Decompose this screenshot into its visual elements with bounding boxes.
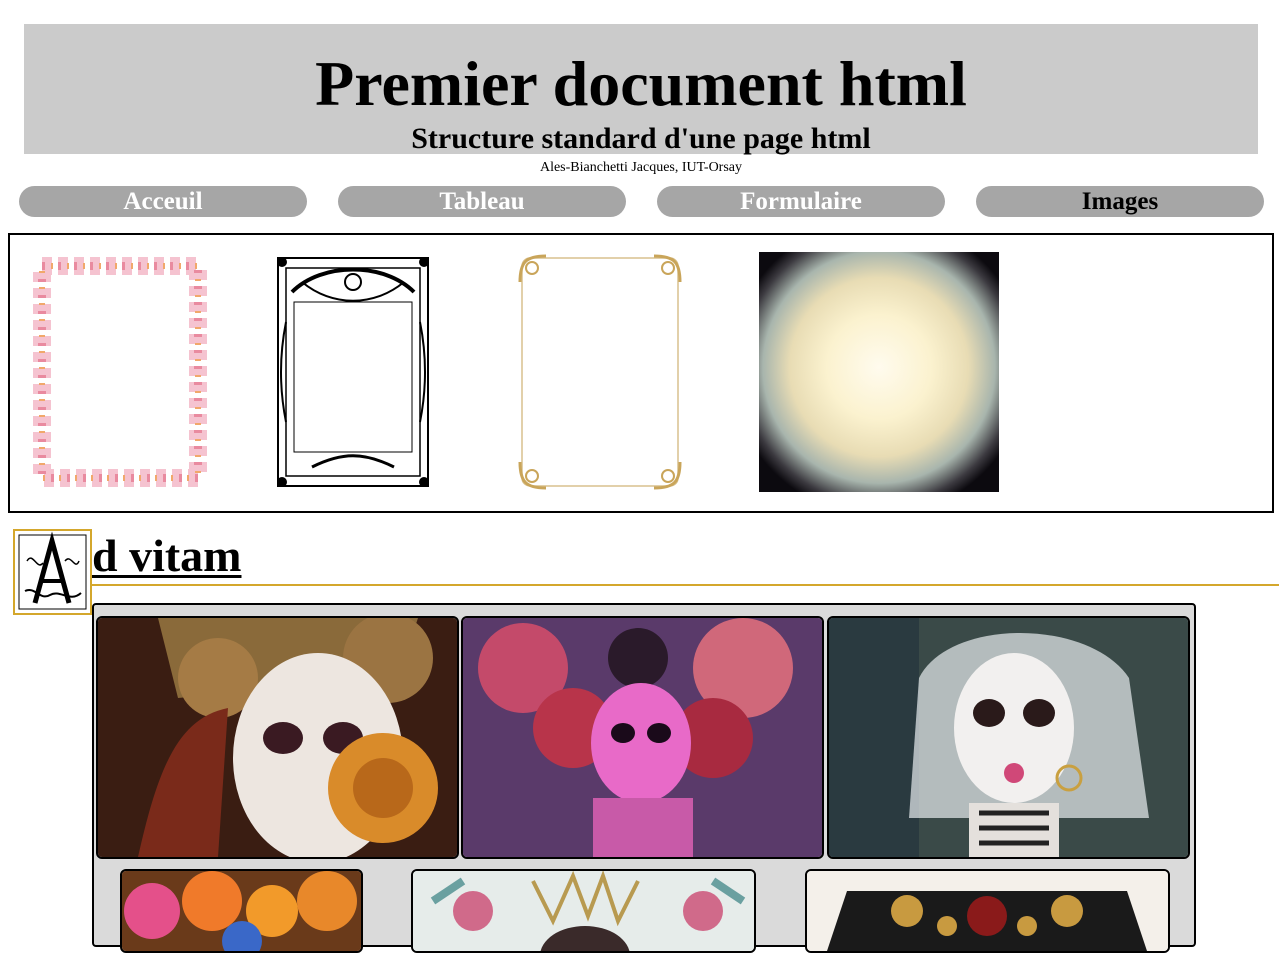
butterfly-frame-image <box>33 257 207 487</box>
nav-button-tableau[interactable]: Tableau <box>338 186 626 217</box>
gallery-photo-4[interactable] <box>120 869 363 953</box>
gallery-photo-1[interactable] <box>96 616 459 859</box>
gallery-photo-5[interactable] <box>411 869 756 953</box>
nav-button-formulaire[interactable]: Formulaire <box>657 186 945 217</box>
frames-panel <box>8 233 1274 513</box>
gallery-photo-3[interactable] <box>827 616 1190 859</box>
page-header: Premier document html Structure standard… <box>24 24 1258 175</box>
ornate-black-frame-image <box>277 257 429 487</box>
gold-divider <box>92 584 1279 586</box>
gallery-photo-6[interactable] <box>805 869 1170 953</box>
drop-cap-ornament: A <box>13 529 92 615</box>
author-line: Ales-Bianchetti Jacques, IUT-Orsay <box>539 160 743 175</box>
gold-ornament-frame-image <box>518 254 682 490</box>
blurred-light-image <box>759 252 999 492</box>
gallery-photo-2[interactable] <box>461 616 824 859</box>
section-title: d vitam <box>92 530 242 581</box>
photo-gallery <box>92 603 1196 953</box>
nav-button-images[interactable]: Images <box>976 186 1264 217</box>
page-subtitle: Structure standard d'une page html <box>411 122 871 155</box>
page-title: Premier document html <box>315 48 967 119</box>
nav-button-acceuil[interactable]: Acceuil <box>19 186 307 217</box>
